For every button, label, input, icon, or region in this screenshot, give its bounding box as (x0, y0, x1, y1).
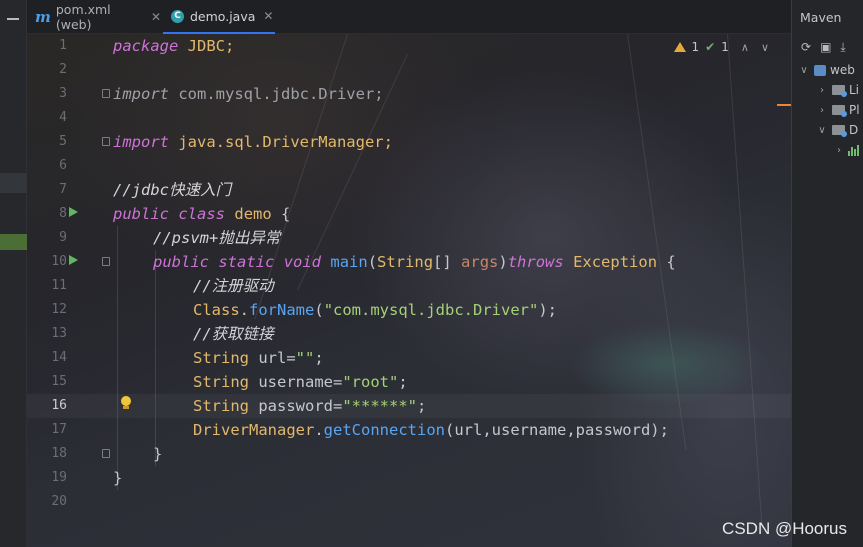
code-line-5: import java.sql.DriverManager; (113, 133, 393, 151)
tree-item-label: Li (849, 83, 860, 97)
tool-window-marker[interactable] (0, 173, 27, 193)
close-icon[interactable]: ✕ (151, 10, 161, 24)
chevron-right-icon[interactable]: › (834, 145, 844, 156)
line-number: 10 (51, 254, 67, 269)
fold-icon[interactable] (102, 137, 110, 146)
check-icon: ✔ (705, 40, 716, 54)
line-number: 11 (51, 278, 67, 293)
line-number: 7 (59, 182, 67, 197)
chevron-down-icon[interactable]: ∨ (816, 125, 828, 136)
warning-count: 1 (691, 40, 700, 54)
tree-item-web[interactable]: ∨ web (792, 60, 863, 80)
left-tool-strip (0, 0, 27, 547)
code-line-15: String username="root"; (193, 373, 408, 391)
code-line-12: Class.forName("com.mysql.jdbc.Driver"); (193, 301, 557, 319)
fold-icon[interactable] (102, 89, 110, 98)
add-folder-icon[interactable]: ▣ (820, 40, 831, 54)
refresh-icon[interactable]: ⟳ (801, 40, 811, 54)
code-editor[interactable]: 1 ✔ 1 ∧ ∨ 1 2 3 4 5 6 7 8 9 10 11 12 13 … (27, 34, 791, 547)
line-number: 3 (59, 86, 67, 101)
line-number: 4 (59, 110, 67, 125)
maven-toolbar: ⟳ ▣ ⤓ (792, 34, 863, 60)
tree-item-label: Pl (849, 103, 860, 117)
tree-item-label: web (830, 63, 855, 77)
close-icon[interactable]: ✕ (263, 9, 273, 23)
code-line-1: package JDBC; (113, 37, 235, 55)
line-number: 2 (59, 62, 67, 77)
module-icon (814, 64, 826, 76)
line-number: 17 (51, 422, 67, 437)
line-number-current: 16 (51, 398, 67, 413)
maven-tool-window: Maven ⟳ ▣ ⤓ ∨ web › Li › Pl ∨ D › (791, 0, 863, 547)
line-number: 14 (51, 350, 67, 365)
line-number: 15 (51, 374, 67, 389)
code-line-13: //获取链接 (193, 325, 274, 343)
maven-m-icon: m (35, 8, 51, 26)
fold-icon[interactable] (102, 449, 110, 458)
java-class-icon: C (171, 9, 184, 23)
code-line-8: public class demo { (113, 205, 291, 223)
settings-folder-icon (832, 85, 847, 97)
background-art (627, 34, 687, 450)
line-number: 9 (59, 230, 67, 245)
chevron-right-icon[interactable]: › (816, 105, 828, 116)
dependencies-folder-icon (832, 125, 847, 137)
error-stripe-mark[interactable] (777, 104, 791, 106)
inspection-widget[interactable]: 1 ✔ 1 ∧ ∨ (673, 38, 769, 56)
line-number: 20 (51, 494, 67, 509)
warning-icon (673, 42, 686, 52)
weak-warning-count: 1 (721, 40, 729, 54)
run-main-icon[interactable] (69, 255, 78, 265)
maven-title: Maven (800, 9, 842, 25)
chevron-down-icon[interactable]: ∨ (798, 65, 810, 76)
line-number: 6 (59, 158, 67, 173)
indent-guide (117, 226, 118, 490)
run-class-icon[interactable] (69, 207, 78, 217)
code-line-9: //psvm+抛出异常 (153, 229, 281, 247)
line-number: 13 (51, 326, 67, 341)
tree-item-lifecycle[interactable]: › Li (792, 80, 863, 100)
tree-item-dependency[interactable]: › (792, 140, 863, 160)
tree-item-dependencies[interactable]: ∨ D (792, 120, 863, 140)
line-number: 5 (59, 134, 67, 149)
background-art (727, 34, 763, 533)
line-number: 12 (51, 302, 67, 317)
minimize-icon[interactable] (7, 18, 19, 20)
line-number: 8 (59, 206, 67, 221)
fold-icon[interactable] (102, 257, 110, 266)
tree-item-plugins[interactable]: › Pl (792, 100, 863, 120)
tree-item-label: D (849, 123, 859, 137)
tab-label: pom.xml (web) (55, 2, 111, 32)
settings-folder-icon (832, 105, 847, 117)
chevron-right-icon[interactable]: › (816, 85, 828, 96)
code-line-19: } (113, 469, 123, 487)
code-line-11: //注册驱动 (193, 277, 274, 295)
code-line-3: import com.mysql.jdbc.Driver; (113, 85, 384, 103)
code-line-7: //jdbc快速入门 (113, 181, 231, 199)
chevron-up-icon[interactable]: ∧ (741, 41, 749, 54)
code-line-14: String url=""; (193, 349, 324, 367)
watermark: CSDN @Hoorus (722, 519, 847, 538)
line-number: 18 (51, 446, 67, 461)
indent-guide (155, 250, 156, 466)
library-icon (848, 144, 859, 156)
line-number: 19 (51, 470, 67, 485)
chevron-down-icon[interactable]: ∨ (761, 41, 769, 54)
tab-demo-java[interactable]: C demo.java ✕ (163, 0, 275, 34)
code-line-16: String password="******"; (193, 397, 427, 415)
code-line-10: public static void main(String[] args)th… (153, 253, 676, 271)
line-number: 1 (59, 38, 67, 53)
download-icon[interactable]: ⤓ (840, 40, 845, 55)
code-line-18: } (153, 445, 163, 463)
tool-window-marker-active[interactable] (0, 234, 27, 250)
tab-label: demo.java (190, 8, 256, 24)
lightbulb-icon[interactable] (121, 396, 131, 409)
code-line-17: DriverManager.getConnection(url,username… (193, 421, 669, 439)
tab-pom-xml[interactable]: m pom.xml (web) ✕ (27, 0, 161, 34)
editor-tab-bar: m pom.xml (web) ✕ C demo.java ✕ (27, 0, 791, 34)
